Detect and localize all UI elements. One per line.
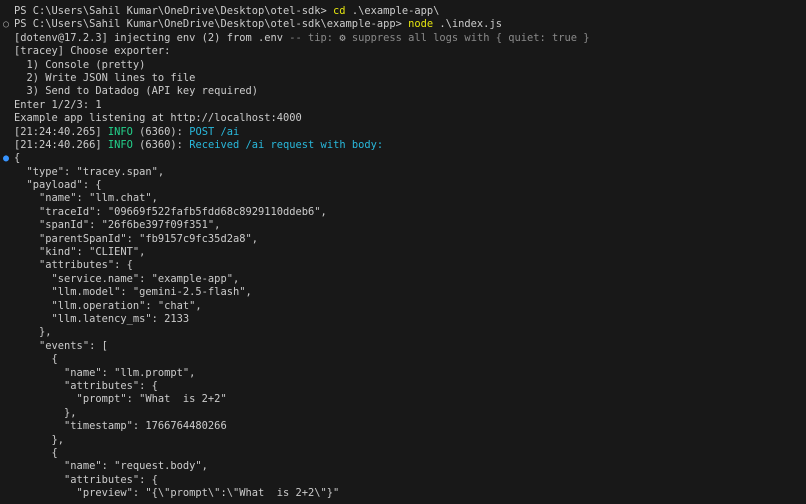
terminal-output[interactable]: PS C:\Users\Sahil Kumar\OneDrive\Desktop… (0, 0, 806, 504)
json-line: "timestamp": 1766764480266 (14, 420, 227, 433)
log-pid: (6360): (132, 138, 190, 151)
command-node: node (408, 18, 434, 31)
json-line: "events": [ (14, 339, 108, 352)
log-line-post: [21:24:40.265] INFO (6360): POST /ai (0, 126, 806, 139)
tracey-line: 3) Send to Datadog (API key required) (14, 85, 258, 98)
json-line: "attributes": { (14, 473, 158, 486)
prompt-text: PS C:\Users\Sahil Kumar\OneDrive\Desktop… (14, 18, 409, 31)
json-text: { (14, 152, 21, 165)
log-time: [21:24:40.265] (14, 125, 108, 138)
json-line: ●{ (0, 152, 806, 165)
json-line: "llm.operation": "chat", (14, 299, 202, 312)
log-line-received: [21:24:40.266] INFO (6360): Received /ai… (0, 139, 806, 152)
json-line: "service.name": "example-app", (14, 272, 240, 285)
command-cd: cd (333, 5, 346, 17)
json-line: "kind": "CLIENT", (14, 246, 146, 259)
json-line: }, (14, 326, 52, 339)
json-line: "traceId": "09669f522fafb5fdd68c8929110d… (14, 205, 327, 218)
dotenv-text: [dotenv@17.2.3] injecting env (2) from .… (14, 31, 283, 44)
json-line: "payload": { (14, 179, 102, 192)
log-time: [21:24:40.266] (14, 138, 108, 151)
dotenv-tip-text: suppress all logs with { quiet: true } (345, 31, 590, 44)
json-line: }, (14, 406, 77, 419)
json-line: "spanId": "26f6be397f09f351", (14, 219, 221, 232)
command-marker-dot-icon[interactable]: ● (1, 152, 11, 165)
json-line: "parentSpanId": "fb9157c9fc35d2a8", (14, 232, 258, 245)
log-level: INFO (107, 138, 133, 151)
json-line: "llm.latency_ms": 2133 (14, 312, 190, 325)
tracey-line: Example app listening at http://localhos… (14, 112, 302, 125)
json-line: { (14, 446, 58, 459)
terminal-line-cd: PS C:\Users\Sahil Kumar\OneDrive\Desktop… (0, 5, 806, 18)
tracey-line: Enter 1/2/3: 1 (14, 98, 102, 111)
json-line: "name": "llm.prompt", (14, 366, 196, 379)
json-line: }, (14, 433, 65, 446)
json-line: "llm.model": "gemini-2.5-flash", (14, 286, 252, 299)
log-pid: (6360): (132, 125, 190, 138)
json-line: "name": "llm.chat", (14, 192, 158, 205)
command-arg: .\index.js (433, 18, 502, 31)
tracey-line: 1) Console (pretty) (14, 58, 146, 71)
command-arg: .\example-app\ (345, 5, 440, 17)
json-line: { (14, 353, 58, 366)
prompt-text: PS C:\Users\Sahil Kumar\OneDrive\Desktop… (14, 5, 334, 17)
log-message: POST /ai (189, 125, 240, 138)
json-line: "attributes": { (14, 379, 158, 392)
json-line: "type": "tracey.span", (14, 165, 165, 178)
log-level: INFO (107, 125, 133, 138)
json-line: "name": "request.body", (14, 460, 208, 473)
json-line: "preview": "{\"prompt\":\"What is 2+2\"}… (14, 487, 340, 500)
terminal-line-node: ○ PS C:\Users\Sahil Kumar\OneDrive\Deskto… (0, 18, 806, 31)
prompt-marker-circle-icon[interactable]: ○ (1, 18, 11, 31)
dotenv-tip-prefix: -- tip: (283, 31, 340, 44)
json-line: "prompt": "What is 2+2" (14, 393, 227, 406)
log-message: Received /ai request with body: (189, 138, 384, 151)
json-line: "attributes": { (14, 259, 133, 272)
tracey-line: 2) Write JSON lines to file (14, 71, 196, 84)
dotenv-line: [dotenv@17.2.3] injecting env (2) from .… (0, 32, 806, 45)
tracey-line: [tracey] Choose exporter: (14, 45, 171, 58)
